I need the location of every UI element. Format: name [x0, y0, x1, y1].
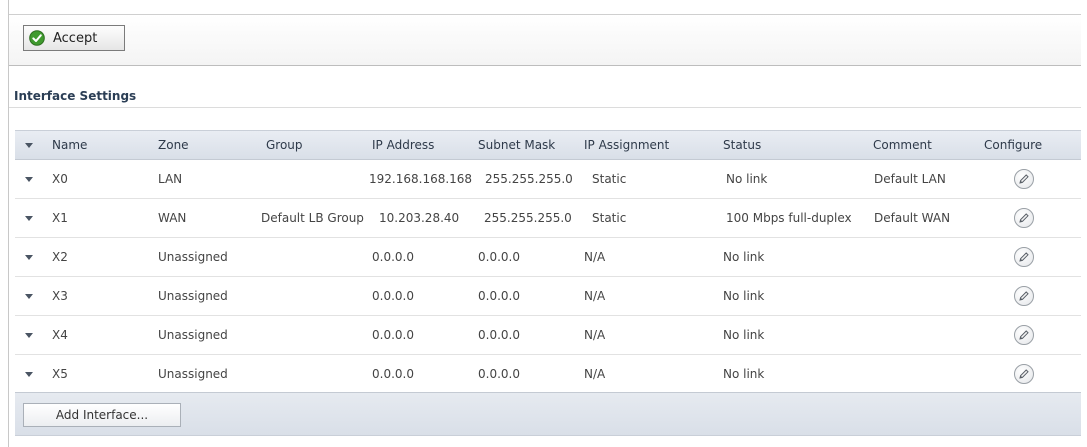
table-header: Name Zone Group IP Address Subnet Mask I… [15, 130, 1081, 160]
accept-label: Accept [53, 30, 98, 46]
table-row: X2 Unassigned 0.0.0.0 0.0.0.0 N/A No lin… [15, 238, 1081, 277]
cell-comment: Default LAN [874, 172, 946, 186]
cell-subnet-mask: 0.0.0.0 [478, 289, 520, 303]
table-footer: Add Interface... [15, 392, 1081, 436]
section-divider [9, 107, 1081, 108]
pencil-icon [1019, 174, 1029, 184]
caret-down-icon[interactable] [25, 255, 33, 260]
pencil-icon [1019, 330, 1029, 340]
cell-zone: LAN [158, 172, 183, 186]
configure-button[interactable] [1014, 169, 1034, 189]
table-row: X0 LAN 192.168.168.168 255.255.255.0 Sta… [15, 160, 1081, 199]
column-header-name[interactable]: Name [52, 138, 87, 152]
pencil-icon [1019, 369, 1029, 379]
section-title: Interface Settings [14, 89, 137, 103]
cell-name: X4 [52, 328, 68, 342]
cell-status: No link [723, 328, 765, 342]
cell-zone: Unassigned [158, 250, 228, 264]
check-circle-icon [29, 30, 45, 46]
table-row: X4 Unassigned 0.0.0.0 0.0.0.0 N/A No lin… [15, 316, 1081, 355]
caret-down-icon[interactable] [25, 216, 33, 221]
cell-name: X1 [52, 211, 68, 225]
cell-zone: Unassigned [158, 328, 228, 342]
caret-down-icon[interactable] [25, 177, 33, 182]
cell-zone: Unassigned [158, 289, 228, 303]
column-header-zone[interactable]: Zone [158, 138, 189, 152]
cell-ip-address: 192.168.168.168 [369, 172, 473, 186]
cell-name: X2 [52, 250, 68, 264]
configure-button[interactable] [1014, 364, 1034, 384]
pencil-icon [1019, 213, 1029, 223]
pencil-icon [1019, 252, 1029, 262]
add-interface-button[interactable]: Add Interface... [23, 403, 181, 427]
table-row: X5 Unassigned 0.0.0.0 0.0.0.0 N/A No lin… [15, 355, 1081, 394]
cell-name: X5 [52, 367, 68, 381]
table-row: X3 Unassigned 0.0.0.0 0.0.0.0 N/A No lin… [15, 277, 1081, 316]
configure-button[interactable] [1014, 325, 1034, 345]
cell-status: 100 Mbps full-duplex [726, 211, 852, 225]
caret-down-icon[interactable] [25, 294, 33, 299]
column-header-ip-address[interactable]: IP Address [372, 138, 434, 152]
cell-ip-assignment: N/A [584, 250, 606, 264]
cell-ip-address: 0.0.0.0 [372, 367, 414, 381]
configure-button[interactable] [1014, 208, 1034, 228]
interface-table: Name Zone Group IP Address Subnet Mask I… [15, 130, 1081, 394]
left-border [8, 0, 9, 447]
cell-status: No link [726, 172, 768, 186]
cell-status: No link [723, 250, 765, 264]
cell-subnet-mask: 0.0.0.0 [478, 250, 520, 264]
cell-comment: Default WAN [874, 211, 951, 225]
cell-zone: Unassigned [158, 367, 228, 381]
cell-status: No link [723, 367, 765, 381]
cell-subnet-mask: 0.0.0.0 [478, 328, 520, 342]
caret-down-icon[interactable] [25, 143, 33, 148]
cell-ip-address: 0.0.0.0 [372, 328, 414, 342]
cell-ip-address: 0.0.0.0 [372, 289, 414, 303]
cell-ip-address: 10.203.28.40 [379, 211, 460, 225]
table-row: X1 WAN Default LB Group 10.203.28.40 255… [15, 199, 1081, 238]
cell-subnet-mask: 255.255.255.0 [485, 172, 573, 186]
cell-subnet-mask: 0.0.0.0 [478, 367, 520, 381]
cell-ip-assignment: N/A [584, 328, 606, 342]
cell-status: No link [723, 289, 765, 303]
caret-down-icon[interactable] [25, 333, 33, 338]
column-header-ip-assignment[interactable]: IP Assignment [584, 138, 669, 152]
column-header-status[interactable]: Status [723, 138, 761, 152]
cell-ip-assignment: N/A [584, 367, 606, 381]
accept-button[interactable]: Accept [23, 25, 125, 51]
cell-name: X3 [52, 289, 68, 303]
cell-subnet-mask: 255.255.255.0 [484, 211, 572, 225]
toolbar: Accept [9, 14, 1081, 66]
cell-name: X0 [52, 172, 68, 186]
column-header-group[interactable]: Group [266, 138, 303, 152]
cell-ip-assignment: Static [592, 211, 627, 225]
cell-zone: WAN [158, 211, 187, 225]
configure-button[interactable] [1014, 286, 1034, 306]
pencil-icon [1019, 291, 1029, 301]
cell-ip-address: 0.0.0.0 [372, 250, 414, 264]
caret-down-icon[interactable] [25, 372, 33, 377]
column-header-configure[interactable]: Configure [984, 138, 1042, 152]
cell-ip-assignment: Static [592, 172, 627, 186]
column-header-subnet-mask[interactable]: Subnet Mask [478, 138, 555, 152]
configure-button[interactable] [1014, 247, 1034, 267]
column-header-comment[interactable]: Comment [873, 138, 932, 152]
cell-ip-assignment: N/A [584, 289, 606, 303]
cell-group: Default LB Group [261, 211, 364, 225]
